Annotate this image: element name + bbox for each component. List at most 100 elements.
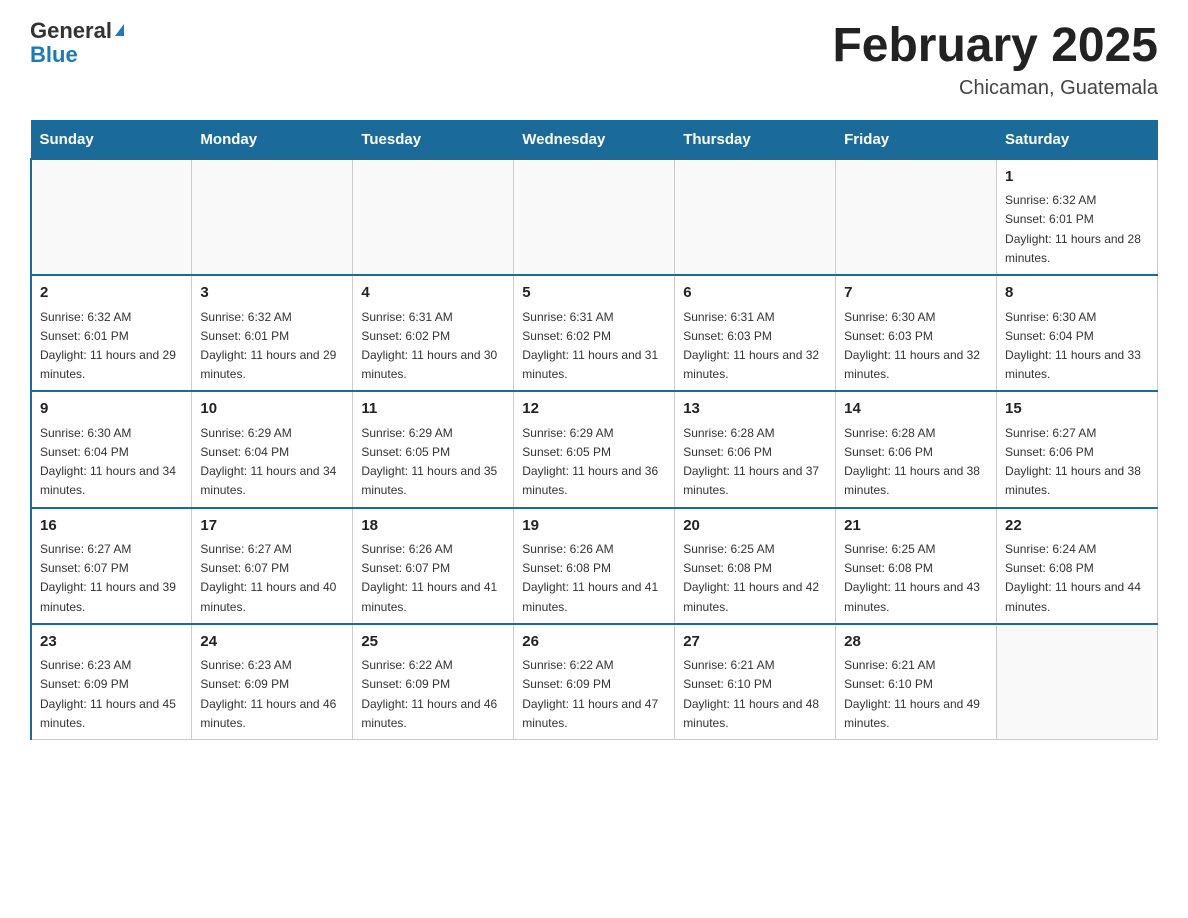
calendar-day-header: Sunday [31,120,192,159]
calendar-day-cell: 28Sunrise: 6:21 AMSunset: 6:10 PMDayligh… [836,624,997,740]
day-number: 23 [40,631,183,654]
day-number: 13 [683,398,827,421]
calendar-day-cell: 18Sunrise: 6:26 AMSunset: 6:07 PMDayligh… [353,508,514,624]
calendar-day-header: Monday [192,120,353,159]
calendar-day-cell: 20Sunrise: 6:25 AMSunset: 6:08 PMDayligh… [675,508,836,624]
day-info: Sunrise: 6:32 AMSunset: 6:01 PMDaylight:… [40,308,183,385]
calendar-day-cell [836,159,997,275]
title-section: February 2025 Chicaman, Guatemala [832,20,1158,100]
calendar-day-cell: 11 Sunrise: 6:29 AMSunset: 6:05 PMDayligh… [353,391,514,507]
calendar-day-cell: 25Sunrise: 6:22 AMSunset: 6:09 PMDayligh… [353,624,514,740]
calendar-week-row: 1Sunrise: 6:32 AMSunset: 6:01 PMDaylight… [31,159,1158,275]
day-number: 28 [844,631,988,654]
calendar-day-cell: 5 Sunrise: 6:31 AMSunset: 6:02 PMDaylight… [514,275,675,391]
calendar-day-cell: 3Sunrise: 6:32 AMSunset: 6:01 PMDaylight… [192,275,353,391]
calendar-day-cell: 26Sunrise: 6:22 AMSunset: 6:09 PMDayligh… [514,624,675,740]
calendar-day-header: Friday [836,120,997,159]
logo-blue-text: Blue [30,42,78,67]
day-info: Sunrise: 6:21 AMSunset: 6:10 PMDaylight:… [683,656,827,733]
day-info: Sunrise: 6:26 AMSunset: 6:08 PMDaylight:… [522,540,666,617]
day-number: 1 [1005,166,1149,189]
day-info: Sunrise: 6:21 AMSunset: 6:10 PMDaylight:… [844,656,988,733]
day-info: Sunrise: 6:29 AMSunset: 6:05 PMDaylight:… [361,424,505,501]
day-number: 18 [361,515,505,538]
calendar-day-cell: 7 Sunrise: 6:30 AMSunset: 6:03 PMDaylight… [836,275,997,391]
day-number: 10 [200,398,344,421]
day-number: 8 [1005,282,1149,305]
day-number: 17 [200,515,344,538]
calendar-day-cell [997,624,1158,740]
calendar-day-cell: 13 Sunrise: 6:28 AMSunset: 6:06 PMDayligh… [675,391,836,507]
calendar-day-cell: 23Sunrise: 6:23 AMSunset: 6:09 PMDayligh… [31,624,192,740]
calendar-week-row: 23 Sunrise: 6:23 AMSunset: 6:09 PMDayligh… [31,624,1158,740]
day-info: Sunrise: 6:23 AMSunset: 6:09 PMDaylight:… [200,656,344,733]
calendar-day-cell: 21Sunrise: 6:25 AMSunset: 6:08 PMDayligh… [836,508,997,624]
calendar-week-row: 16 Sunrise: 6:27 AMSunset: 6:07 PMDayligh… [31,508,1158,624]
calendar-day-cell: 14 Sunrise: 6:28 AMSunset: 6:06 PMDayligh… [836,391,997,507]
day-info: Sunrise: 6:29 AMSunset: 6:05 PMDaylight:… [522,424,666,501]
day-number: 14 [844,398,988,421]
calendar-day-cell: 15 Sunrise: 6:27 AMSunset: 6:06 PMDayligh… [997,391,1158,507]
day-number: 4 [361,282,505,305]
day-info: Sunrise: 6:25 AMSunset: 6:08 PMDaylight:… [844,540,988,617]
calendar-day-cell: 24Sunrise: 6:23 AMSunset: 6:09 PMDayligh… [192,624,353,740]
day-info: Sunrise: 6:28 AMSunset: 6:06 PMDaylight:… [844,424,988,501]
day-info: Sunrise: 6:27 AMSunset: 6:07 PMDaylight:… [200,540,344,617]
month-title: February 2025 [832,20,1158,73]
calendar-day-cell: 22Sunrise: 6:24 AMSunset: 6:08 PMDayligh… [997,508,1158,624]
day-number: 9 [40,398,183,421]
day-number: 24 [200,631,344,654]
day-number: 20 [683,515,827,538]
day-info: Sunrise: 6:31 AMSunset: 6:02 PMDaylight:… [522,308,666,385]
day-info: Sunrise: 6:29 AMSunset: 6:04 PMDaylight:… [200,424,344,501]
day-info: Sunrise: 6:26 AMSunset: 6:07 PMDaylight:… [361,540,505,617]
calendar-day-cell: 1Sunrise: 6:32 AMSunset: 6:01 PMDaylight… [997,159,1158,275]
calendar-day-cell: 10 Sunrise: 6:29 AMSunset: 6:04 PMDayligh… [192,391,353,507]
calendar-day-cell [192,159,353,275]
calendar-day-cell: 2Sunrise: 6:32 AMSunset: 6:01 PMDaylight… [31,275,192,391]
day-info: Sunrise: 6:25 AMSunset: 6:08 PMDaylight:… [683,540,827,617]
calendar-day-cell: 8 Sunrise: 6:30 AMSunset: 6:04 PMDaylight… [997,275,1158,391]
day-number: 7 [844,282,988,305]
day-number: 15 [1005,398,1149,421]
day-info: Sunrise: 6:27 AMSunset: 6:06 PMDaylight:… [1005,424,1149,501]
day-number: 22 [1005,515,1149,538]
day-number: 6 [683,282,827,305]
calendar-day-cell [353,159,514,275]
calendar-day-cell: 12 Sunrise: 6:29 AMSunset: 6:05 PMDayligh… [514,391,675,507]
day-info: Sunrise: 6:32 AMSunset: 6:01 PMDaylight:… [1005,191,1149,268]
day-info: Sunrise: 6:24 AMSunset: 6:08 PMDaylight:… [1005,540,1149,617]
day-info: Sunrise: 6:31 AMSunset: 6:03 PMDaylight:… [683,308,827,385]
day-info: Sunrise: 6:30 AMSunset: 6:04 PMDaylight:… [1005,308,1149,385]
calendar-day-cell: 16Sunrise: 6:27 AMSunset: 6:07 PMDayligh… [31,508,192,624]
day-info: Sunrise: 6:28 AMSunset: 6:06 PMDaylight:… [683,424,827,501]
calendar-header-row: SundayMondayTuesdayWednesdayThursdayFrid… [31,120,1158,159]
day-info: Sunrise: 6:22 AMSunset: 6:09 PMDaylight:… [522,656,666,733]
calendar-day-header: Tuesday [353,120,514,159]
calendar-day-cell: 19Sunrise: 6:26 AMSunset: 6:08 PMDayligh… [514,508,675,624]
calendar-day-cell: 4Sunrise: 6:31 AMSunset: 6:02 PMDaylight… [353,275,514,391]
day-number: 11 [361,398,505,421]
calendar-day-header: Saturday [997,120,1158,159]
logo-general-text: General [30,18,112,43]
calendar-day-cell [31,159,192,275]
day-number: 21 [844,515,988,538]
calendar-day-cell: 9 Sunrise: 6:30 AMSunset: 6:04 PMDaylight… [31,391,192,507]
day-info: Sunrise: 6:30 AMSunset: 6:03 PMDaylight:… [844,308,988,385]
day-info: Sunrise: 6:22 AMSunset: 6:09 PMDaylight:… [361,656,505,733]
calendar-day-header: Thursday [675,120,836,159]
day-number: 26 [522,631,666,654]
day-info: Sunrise: 6:32 AMSunset: 6:01 PMDaylight:… [200,308,344,385]
day-number: 19 [522,515,666,538]
calendar-week-row: 2Sunrise: 6:32 AMSunset: 6:01 PMDaylight… [31,275,1158,391]
logo: General Blue [30,20,124,66]
calendar-table: SundayMondayTuesdayWednesdayThursdayFrid… [30,120,1158,740]
page-header: General Blue February 2025 Chicaman, Gua… [30,20,1158,100]
day-number: 12 [522,398,666,421]
calendar-day-header: Wednesday [514,120,675,159]
calendar-week-row: 9 Sunrise: 6:30 AMSunset: 6:04 PMDaylight… [31,391,1158,507]
day-info: Sunrise: 6:30 AMSunset: 6:04 PMDaylight:… [40,424,183,501]
day-number: 16 [40,515,183,538]
calendar-day-cell: 17Sunrise: 6:27 AMSunset: 6:07 PMDayligh… [192,508,353,624]
day-number: 5 [522,282,666,305]
